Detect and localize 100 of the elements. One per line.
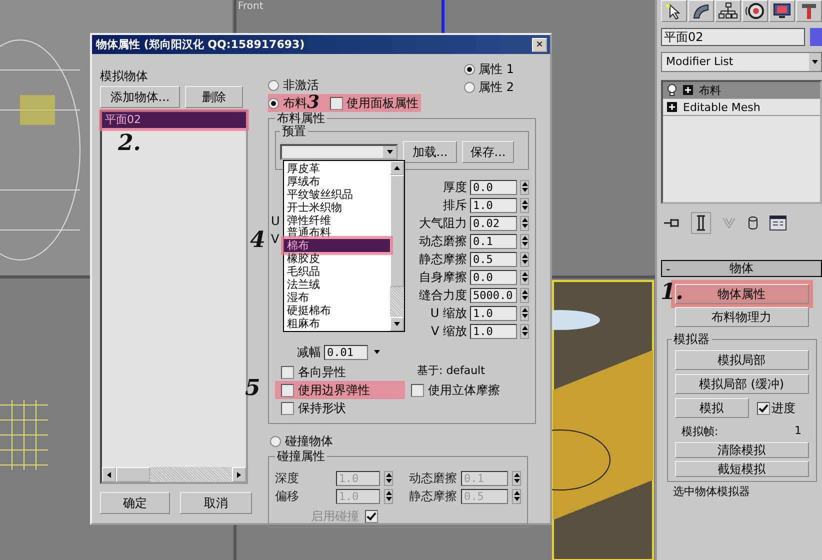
- dropdown-option[interactable]: 开士米织物: [284, 200, 390, 214]
- rollout-header[interactable]: - 物体: [661, 260, 822, 277]
- spinner[interactable]: [520, 324, 529, 338]
- dropdown-option[interactable]: 平纹皱丝织品: [284, 188, 390, 201]
- input-field[interactable]: 0.0: [470, 270, 517, 284]
- checkbox[interactable]: [281, 402, 294, 414]
- spinner[interactable]: [520, 198, 529, 212]
- delete-button[interactable]: 删除: [185, 86, 243, 108]
- collapse-sign[interactable]: -: [666, 262, 686, 276]
- show-end-result-icon[interactable]: [691, 212, 711, 234]
- field-label: 大气阻力: [419, 214, 467, 232]
- input-field[interactable]: 1.0: [470, 198, 517, 212]
- group-title: 碰撞属性: [276, 450, 326, 463]
- radio-button[interactable]: [268, 98, 279, 108]
- radio-label: 非激活: [283, 76, 319, 94]
- input-field[interactable]: 0.5: [470, 252, 517, 266]
- radio-label: 布料: [283, 94, 307, 112]
- radio-button[interactable]: [268, 80, 279, 90]
- dropdown-option[interactable]: 普通布料: [284, 226, 390, 240]
- panel-button[interactable]: 布料物理力: [674, 307, 808, 327]
- panel-button[interactable]: 截短模拟: [674, 461, 808, 477]
- pin-icon[interactable]: [663, 216, 681, 230]
- spinner[interactable]: [520, 252, 529, 266]
- horizontal-scrollbar[interactable]: [102, 467, 246, 482]
- checkbox-label: 使用边界弹性: [298, 382, 370, 398]
- curve-icon[interactable]: [688, 0, 714, 22]
- checkbox[interactable]: [281, 384, 294, 396]
- simulate-button[interactable]: 模拟: [674, 398, 748, 418]
- radio-button[interactable]: [270, 436, 281, 446]
- checkbox-label: 进度: [772, 400, 796, 416]
- modifier-list-dropdown[interactable]: Modifier List: [661, 52, 822, 72]
- expand-plus-icon[interactable]: [683, 85, 693, 95]
- preset-dropdown[interactable]: [280, 144, 398, 160]
- frame-value: 1: [794, 424, 802, 439]
- handwritten-number: 5: [245, 377, 260, 399]
- dropdown-option[interactable]: 厚绒布: [284, 174, 390, 188]
- input-field[interactable]: 0.0: [470, 180, 517, 194]
- radio-button[interactable]: [464, 64, 475, 74]
- dropdown-option[interactable]: 厚皮革: [284, 162, 390, 175]
- expand-plus-icon[interactable]: [667, 102, 677, 112]
- configure-icon[interactable]: [769, 215, 787, 231]
- checkbox-label: 各向异性: [298, 364, 346, 380]
- checkbox[interactable]: [281, 366, 294, 378]
- dropdown-option[interactable]: 毛织品: [284, 265, 390, 278]
- rollout-title: 物体: [728, 260, 754, 277]
- panel-button[interactable]: 模拟局部 (缓冲): [674, 374, 808, 394]
- spinner[interactable]: [520, 180, 529, 194]
- spinner[interactable]: [520, 288, 529, 302]
- input-field[interactable]: 0.1: [470, 234, 517, 248]
- checkbox-label: 使用立体摩擦: [428, 382, 500, 398]
- group-title: 预置: [281, 125, 307, 138]
- input-field[interactable]: 1.0: [470, 306, 517, 320]
- spinner[interactable]: [520, 270, 529, 284]
- stack-item[interactable]: 布料: [663, 82, 820, 99]
- wheel-icon[interactable]: [742, 0, 768, 22]
- spinner[interactable]: [520, 234, 529, 248]
- load-button[interactable]: 加载...: [403, 141, 457, 163]
- group-title: 布料属性: [276, 112, 326, 125]
- stack-item[interactable]: Editable Mesh: [663, 99, 820, 116]
- dropdown-option[interactable]: 棉布: [284, 239, 390, 252]
- monitor-icon[interactable]: [769, 0, 795, 22]
- cylinder-icon[interactable]: [747, 215, 759, 231]
- checkbox[interactable]: [330, 96, 343, 110]
- input-field[interactable]: 0.02: [470, 216, 517, 230]
- radio-label: 属性 1: [478, 60, 514, 78]
- checkbox-label: 保持形状: [298, 400, 346, 416]
- input-field[interactable]: 0.01: [324, 344, 368, 360]
- panel-button[interactable]: 模拟局部: [674, 350, 808, 370]
- input-field[interactable]: 1.0: [470, 324, 517, 338]
- dropdown-option[interactable]: 粗麻布: [284, 316, 390, 330]
- add-object-button[interactable]: 添加物体...: [100, 86, 180, 108]
- radio-label: 碰撞物体: [285, 432, 333, 450]
- section-label: 模拟物体: [100, 69, 149, 83]
- light-bulb-icon[interactable]: [667, 84, 677, 96]
- input-field[interactable]: 5000.0: [470, 288, 517, 302]
- field-label: V: [271, 231, 280, 248]
- ok-button[interactable]: 确定: [100, 492, 170, 514]
- save-button[interactable]: 保存...: [462, 141, 514, 163]
- field-label: U: [271, 213, 280, 230]
- checkbox[interactable]: [756, 402, 770, 414]
- dropdown-option[interactable]: 湿布: [284, 290, 390, 304]
- hammer-icon[interactable]: [796, 0, 822, 22]
- list-item[interactable]: 平面02: [102, 112, 246, 128]
- dropdown-option[interactable]: 橡胶皮: [284, 252, 390, 266]
- checkbox[interactable]: [411, 384, 424, 396]
- vertical-scrollbar[interactable]: [390, 161, 404, 331]
- panel-button[interactable]: 清除模拟: [674, 442, 808, 458]
- dropdown-option[interactable]: 硬挺棉布: [284, 304, 390, 317]
- cancel-button[interactable]: 取消: [180, 492, 252, 514]
- spinner[interactable]: [520, 306, 529, 320]
- dropdown-option[interactable]: 弹性纤维: [284, 214, 390, 226]
- spinner[interactable]: [520, 216, 529, 230]
- object-color-swatch[interactable]: [810, 28, 822, 46]
- object-name-field[interactable]: 平面02: [661, 28, 806, 46]
- field-label: 动态磨擦: [419, 232, 467, 250]
- hierarchy-icon[interactable]: [715, 0, 741, 22]
- field-label: 静态摩擦: [419, 250, 467, 268]
- dropdown-option[interactable]: 法兰绒: [284, 278, 390, 291]
- radio-button[interactable]: [464, 82, 475, 92]
- close-button[interactable]: ×: [532, 38, 547, 52]
